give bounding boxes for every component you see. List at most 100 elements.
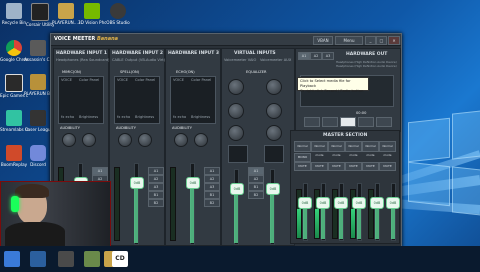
bus-button-b2[interactable]: B2 bbox=[204, 199, 220, 207]
intellipan-pad[interactable]: VOICE Color Panel fx echo Brightness bbox=[114, 76, 160, 124]
mute-button[interactable]: MUTE bbox=[328, 162, 345, 171]
minimize-button[interactable]: _ bbox=[365, 36, 376, 45]
maximize-button[interactable]: □ bbox=[376, 36, 387, 45]
windows-logo-glass bbox=[408, 117, 450, 163]
intellipan-pad[interactable]: VOICE Color Panel fx echo Brightness bbox=[170, 76, 216, 124]
fader-handle[interactable]: 0dB bbox=[370, 197, 384, 209]
virtual-pan-pad[interactable] bbox=[228, 145, 248, 163]
eq-knob[interactable] bbox=[266, 125, 282, 141]
app-task-icon[interactable] bbox=[58, 251, 74, 267]
channel-label[interactable]: ECHO(ON) bbox=[176, 70, 195, 74]
bus-button-a3[interactable]: A3 bbox=[148, 183, 164, 191]
eq-knob[interactable] bbox=[228, 125, 244, 141]
record-button[interactable] bbox=[358, 117, 374, 127]
corsair-icon bbox=[31, 3, 49, 21]
cd-task-icon[interactable]: CD bbox=[112, 251, 128, 267]
assassins-creed-icon bbox=[30, 40, 46, 56]
bus-button-a2[interactable]: A2 bbox=[248, 175, 264, 183]
fader-handle[interactable]: 0dB bbox=[266, 183, 280, 195]
fader-handle[interactable]: 0dB bbox=[316, 197, 330, 209]
mute-button[interactable]: MUTE bbox=[345, 162, 362, 171]
pubg-2-icon bbox=[30, 74, 46, 90]
eq-knob[interactable] bbox=[266, 103, 282, 119]
hardware-input-strip-2: HARDWARE INPUT 2 CABLE Output (VB-Audio … bbox=[109, 48, 165, 246]
output-device[interactable]: Headphones (High Definition Audio Device… bbox=[336, 64, 397, 68]
vban-button[interactable]: VBAN bbox=[313, 36, 333, 45]
desktop-icon-recycle-bin[interactable]: Recycle Bin bbox=[0, 3, 28, 25]
eq-knob[interactable] bbox=[228, 103, 244, 119]
channel-label[interactable]: MIMIC(ON) bbox=[62, 70, 81, 74]
bus-button-b2[interactable]: B2 bbox=[248, 191, 264, 199]
bus-button-a2[interactable]: A2 bbox=[204, 175, 220, 183]
bus-mode-button[interactable]: Normal mode bbox=[379, 141, 396, 157]
boom-replay-icon bbox=[6, 145, 22, 161]
equalizer-label: EQUALIZER bbox=[246, 70, 267, 74]
taskbar: CD bbox=[0, 246, 480, 272]
rewind-button[interactable] bbox=[304, 117, 320, 127]
bus-button-b1[interactable]: B1 bbox=[148, 191, 164, 199]
out-select-a3[interactable]: A3 bbox=[322, 52, 334, 60]
fader-handle[interactable]: 0dB bbox=[298, 197, 312, 209]
fader-handle[interactable]: 0dB bbox=[334, 197, 348, 209]
desktop-icon-assassins-creed[interactable]: Assassin's Creed Origins bbox=[24, 40, 52, 62]
forward-button[interactable] bbox=[376, 117, 392, 127]
desktop-icon-pubg[interactable]: PLAYERUN... BATTLEGR... bbox=[52, 3, 80, 25]
audibility-knob[interactable] bbox=[118, 133, 132, 147]
start-icon[interactable] bbox=[4, 251, 20, 267]
eq-knob[interactable] bbox=[228, 79, 244, 95]
gate-knob[interactable] bbox=[138, 133, 152, 147]
fader-handle[interactable]: 0dB bbox=[352, 197, 366, 209]
bus-button-a1[interactable]: A1 bbox=[92, 167, 108, 175]
fader-handle[interactable]: 0dB bbox=[186, 177, 200, 189]
menu-button[interactable]: Menu bbox=[335, 36, 363, 45]
mono-button[interactable]: MONO bbox=[294, 153, 311, 162]
mute-button[interactable]: MUTE bbox=[362, 162, 379, 171]
desktop-icon-discord[interactable]: Discord bbox=[24, 145, 52, 167]
stop-button[interactable] bbox=[340, 117, 356, 127]
gate-knob[interactable] bbox=[82, 133, 96, 147]
device-name[interactable]: Headphones (Rea Soundcard) bbox=[56, 58, 110, 62]
bus-button-a3[interactable]: A3 bbox=[204, 183, 220, 191]
audibility-knob[interactable] bbox=[174, 133, 188, 147]
mute-button[interactable]: MUTE bbox=[379, 162, 396, 171]
bus-mode-button[interactable]: Normal mode bbox=[328, 141, 345, 157]
window-titlebar[interactable]: VOICE MEETER Banana VBAN Menu _ □ ✕ bbox=[51, 34, 401, 46]
mute-button[interactable]: MUTE bbox=[311, 162, 328, 171]
desktop-icon-3d-vision[interactable]: 3D Vision Photo Viewer bbox=[78, 3, 106, 25]
desktop-icon-pubg-2[interactable]: PLAYERUN BATTLEGR... bbox=[24, 74, 52, 96]
gate-knob[interactable] bbox=[194, 133, 208, 147]
fader-handle[interactable]: 0dB bbox=[386, 197, 400, 209]
desktop-icon-obs[interactable]: OBS Studio bbox=[104, 3, 132, 25]
out-select-a2[interactable]: A2 bbox=[310, 52, 322, 60]
bus-button-b1[interactable]: B1 bbox=[248, 183, 264, 191]
audibility-knob[interactable] bbox=[62, 133, 76, 147]
out-select-a1[interactable]: A1 bbox=[298, 52, 310, 60]
strip-title: HARDWARE INPUT 3 bbox=[168, 51, 219, 56]
bus-button-b2[interactable]: B2 bbox=[148, 199, 164, 207]
bus-button-b1[interactable]: B1 bbox=[204, 191, 220, 199]
record-time: 00:00 bbox=[356, 111, 367, 115]
intellipan-pad[interactable]: VOICE Color Panel fx echo Brightness bbox=[58, 76, 104, 124]
virtual-pan-pad[interactable] bbox=[264, 145, 284, 163]
bus-mode-button[interactable]: Normal mode bbox=[362, 141, 379, 157]
desktop-icon-corsair[interactable]: Corsair Utility Engine bbox=[26, 3, 54, 27]
bus-button-a1[interactable]: A1 bbox=[248, 167, 264, 175]
device-name[interactable]: CABLE Output (VB-Audio Virt) bbox=[112, 58, 165, 62]
fader-handle[interactable]: 0dB bbox=[230, 183, 244, 195]
channel-label[interactable]: SPELL(ON) bbox=[120, 70, 139, 74]
bus-button-a2[interactable]: A2 bbox=[148, 175, 164, 183]
desktop-icon-laser-league[interactable]: Laser Leagu bbox=[24, 110, 52, 132]
eq-knob[interactable] bbox=[266, 79, 282, 95]
bus-button-a1[interactable]: A1 bbox=[204, 167, 220, 175]
bus-button-a1[interactable]: A1 bbox=[148, 167, 164, 175]
bus-mode-button[interactable]: Normal mode bbox=[345, 141, 362, 157]
bus-mode-button[interactable]: Normal mode bbox=[294, 141, 311, 157]
strip-title: HARDWARE INPUT 1 bbox=[56, 51, 107, 56]
streamlabs-task-icon[interactable] bbox=[30, 251, 46, 267]
fader-handle[interactable]: 0dB bbox=[130, 177, 144, 189]
mute-button[interactable]: MUTE bbox=[294, 162, 311, 171]
close-button[interactable]: ✕ bbox=[388, 36, 400, 45]
settings-task-icon[interactable] bbox=[84, 251, 100, 267]
play-button[interactable] bbox=[322, 117, 338, 127]
bus-mode-button[interactable]: Normal mode bbox=[311, 141, 328, 157]
